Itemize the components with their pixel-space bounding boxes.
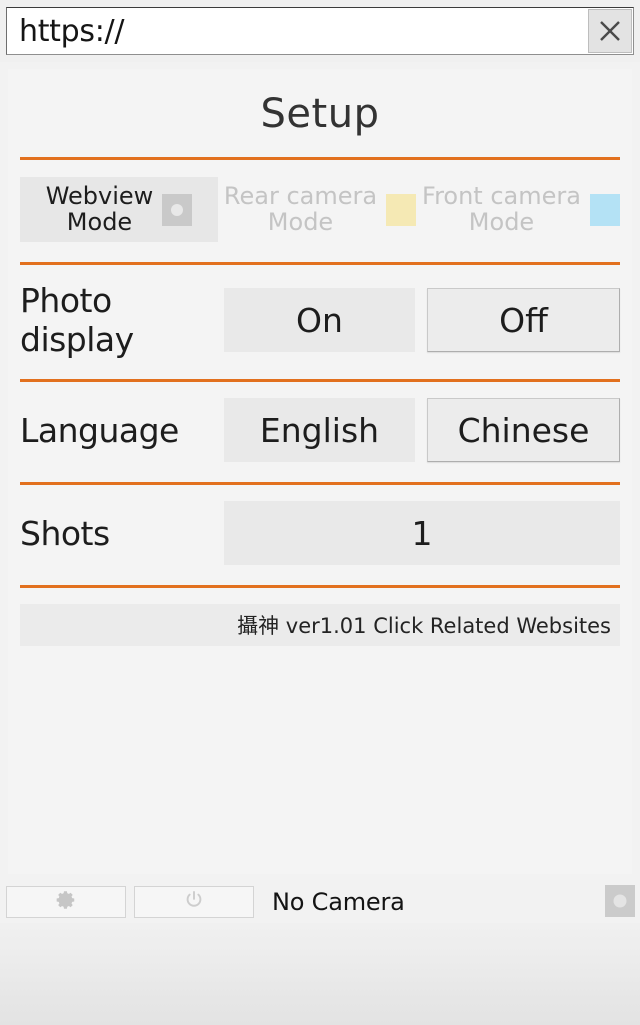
address-bar-inner: https:// [6,7,634,55]
mode-button-front-camera-label: Front camera Mode [422,181,581,236]
shots-label: Shots [20,513,110,553]
page-title: Setup [260,91,380,137]
language-chinese-button[interactable]: Chinese [427,398,620,462]
language-label: Language [20,410,179,450]
photo-display-label: Photo display [20,281,134,359]
setting-row-shots: Shots 1 [8,485,632,565]
shots-value-field[interactable]: 1 [224,501,620,565]
setting-row-language: Language English Chinese [8,382,632,462]
power-icon [183,889,205,915]
mode-button-rear-camera[interactable]: Rear camera Mode [221,177,419,242]
mode-button-rear-camera-label: Rear camera Mode [223,181,378,236]
power-button[interactable] [134,885,254,918]
url-input[interactable]: https:// [7,14,588,49]
bottom-filler-area [0,923,640,1025]
webview-swatch-icon [162,193,193,226]
bottom-toolbar: No Camera [0,880,640,923]
settings-button[interactable] [6,885,126,918]
close-icon [597,18,623,44]
browser-address-bar: https:// [0,0,640,62]
front-camera-swatch-icon [589,193,620,226]
photo-display-off-button[interactable]: Off [427,288,620,352]
version-related-websites-bar[interactable]: 攝神 ver1.01 Click Related Websites [20,604,620,646]
clear-url-button[interactable] [588,9,632,53]
mode-button-webview-label: Webview Mode [45,181,154,236]
setup-panel: Setup Webview Mode Rear camera Mode Fron… [8,69,632,874]
mode-button-front-camera[interactable]: Front camera Mode [422,177,620,242]
mode-button-webview[interactable]: Webview Mode [20,177,218,242]
photo-display-on-button[interactable]: On [224,288,415,352]
capture-dot-icon [613,894,627,908]
language-english-button[interactable]: English [224,398,415,462]
divider-after-shots [20,585,620,588]
rear-camera-swatch-icon [386,193,417,226]
setting-row-photo-display: Photo display On Off [8,265,632,359]
mode-selector-row: Webview Mode Rear camera Mode Front came… [8,160,632,242]
camera-status-text: No Camera [272,887,405,916]
capture-indicator-button[interactable] [605,885,635,917]
gear-icon [55,889,77,915]
